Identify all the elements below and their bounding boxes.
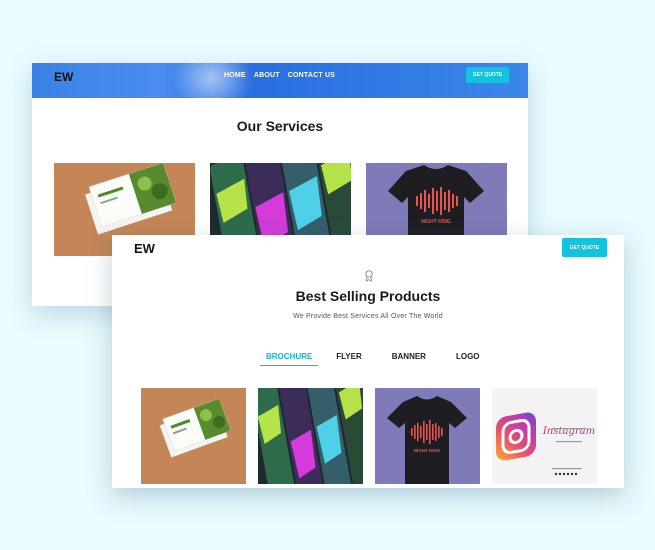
nav-link-about[interactable]: ABOUT: [254, 72, 280, 79]
product-card-instagram-flyer[interactable]: Instagram: [492, 388, 597, 484]
get-quote-button[interactable]: GET QUOTE: [562, 238, 607, 257]
tshirt-print-text: NIGHT KING: [414, 448, 441, 453]
brand-logo[interactable]: EW: [54, 69, 78, 85]
page-subtitle: We Provide Best Services All Over The Wo…: [293, 313, 443, 320]
page-title: Best Selling Products: [295, 288, 441, 304]
nav-glow-decoration: [172, 63, 252, 113]
section-title: Our Services: [236, 118, 324, 134]
logo-text: EW: [134, 241, 156, 256]
product-card-business-cards[interactable]: [141, 388, 246, 484]
award-icon: [364, 270, 374, 282]
main-menu: HOME ABOUT CONTACT US: [224, 72, 335, 79]
brand-logo[interactable]: EW: [134, 240, 160, 258]
nav-link-home[interactable]: HOME: [224, 72, 246, 79]
product-card-energy-cans[interactable]: [258, 388, 363, 484]
tab-flyer[interactable]: FLYER: [330, 352, 368, 366]
product-card-tshirt[interactable]: NIGHT KING: [375, 388, 480, 484]
nav-link-contact[interactable]: CONTACT US: [288, 72, 335, 79]
products-page-window: EW GET QUOTE Best Selling Products We Pr…: [112, 235, 624, 488]
product-category-tabs: BROCHURE FLYER BANNER LOGO: [260, 352, 486, 366]
tab-brochure[interactable]: BROCHURE: [260, 352, 319, 366]
tab-banner[interactable]: BANNER: [386, 352, 432, 366]
instagram-brand-text: Instagram: [542, 426, 595, 437]
top-navbar: EW HOME ABOUT CONTACT US GET QUOTE: [32, 63, 528, 113]
tshirt-print-text: NIGHT KING: [421, 219, 451, 225]
tab-logo[interactable]: LOGO: [450, 352, 486, 366]
get-quote-button[interactable]: GET QUOTE: [466, 67, 509, 83]
logo-text: EW: [54, 70, 74, 84]
